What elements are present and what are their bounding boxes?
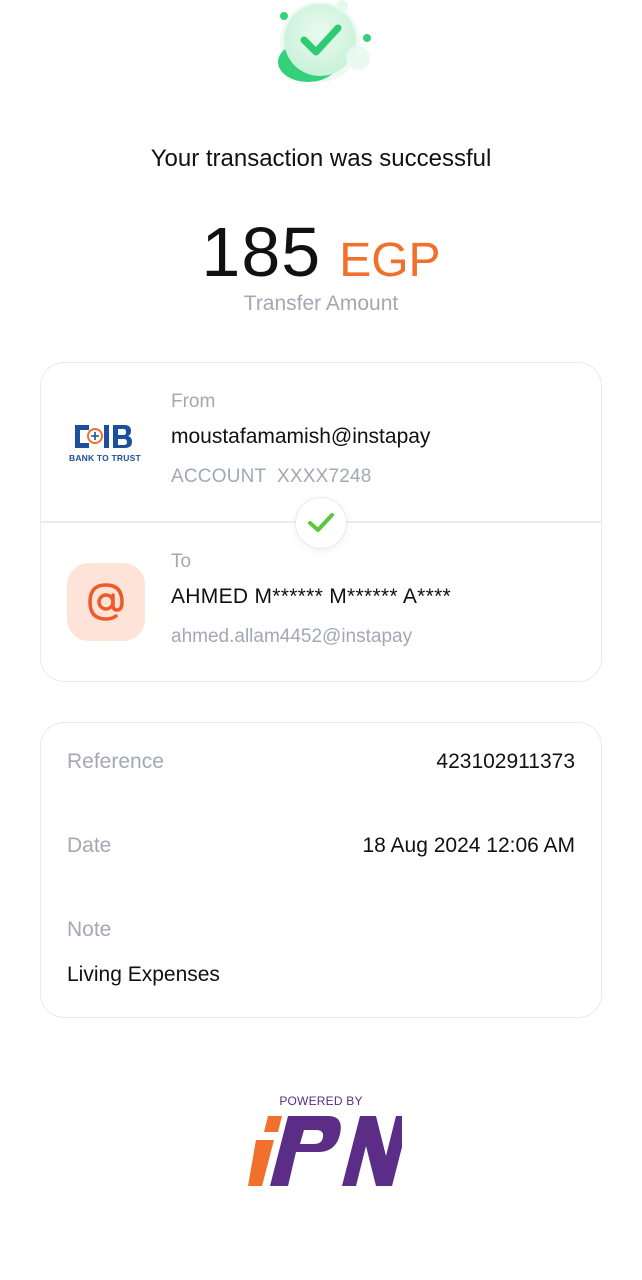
date-value: 18 Aug 2024 12:06 AM bbox=[362, 834, 575, 857]
date-label: Date bbox=[67, 834, 112, 857]
powered-by-label: POWERED BY bbox=[279, 1094, 363, 1108]
recipient-name: AHMED M****** M****** A**** bbox=[171, 585, 452, 608]
amount-currency: EGP bbox=[339, 234, 441, 287]
at-sign-icon bbox=[67, 563, 145, 641]
from-account: ACCOUNT XXXX7248 bbox=[171, 466, 372, 487]
bank-tagline: BANK TO TRUST bbox=[69, 453, 141, 463]
cib-bank-logo: BANK TO TRUST bbox=[67, 419, 147, 467]
from-handle: moustafamamish@instapay bbox=[171, 425, 431, 448]
success-check-icon bbox=[262, 0, 382, 100]
reference-value: 423102911373 bbox=[436, 750, 575, 773]
note-value: Living Expenses bbox=[67, 963, 220, 986]
to-label: To bbox=[171, 551, 192, 572]
reference-label: Reference bbox=[67, 750, 164, 773]
parties-card: BANK TO TRUST From moustafamamish@instap… bbox=[40, 362, 602, 682]
ipn-logo bbox=[246, 1110, 410, 1190]
check-icon bbox=[295, 497, 347, 549]
note-label: Note bbox=[67, 918, 112, 941]
transfer-amount: 185 EGP bbox=[0, 212, 642, 292]
details-card: Reference 423102911373 Date 18 Aug 2024 … bbox=[40, 722, 602, 1018]
from-label: From bbox=[171, 391, 216, 412]
recipient-handle: ahmed.allam4452@instapay bbox=[171, 626, 413, 647]
amount-label: Transfer Amount bbox=[243, 292, 399, 315]
success-headline: Your transaction was successful bbox=[150, 145, 492, 172]
amount-value: 185 bbox=[201, 213, 322, 291]
